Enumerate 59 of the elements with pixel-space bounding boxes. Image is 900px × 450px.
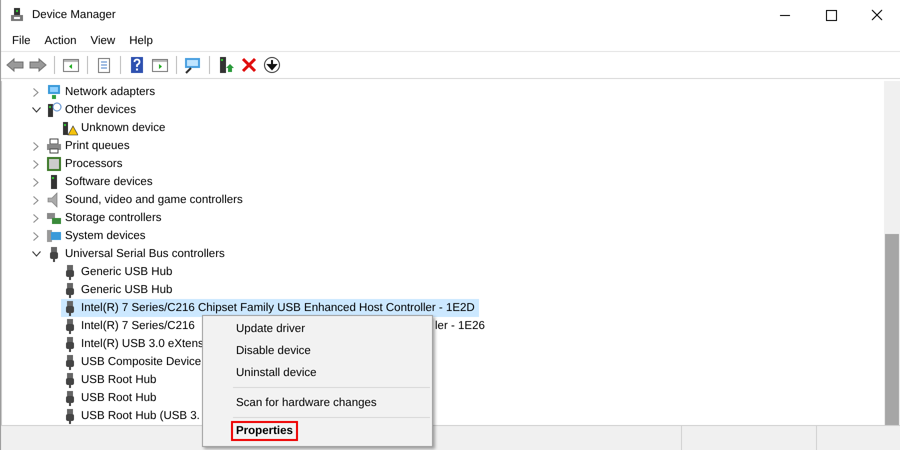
printer-icon: [46, 138, 62, 154]
properties-icon[interactable]: [95, 56, 113, 74]
tree-item[interactable]: Unknown device: [61, 119, 170, 137]
chevron-right-icon[interactable]: [33, 232, 39, 240]
tree-item[interactable]: Other devices: [45, 101, 140, 119]
tree-item[interactable]: Storage controllers: [45, 209, 166, 227]
tree-item[interactable]: USB Composite Device: [61, 353, 206, 371]
tree-item[interactable]: USB Root Hub: [61, 389, 160, 407]
drive-icon: [46, 210, 62, 226]
tree-item[interactable]: Processors: [45, 155, 127, 173]
chevron-right-icon[interactable]: [33, 196, 39, 204]
chevron-right-icon[interactable]: [33, 160, 39, 168]
tree-item[interactable]: Intel(R) 7 Series/C216: [61, 317, 199, 335]
menu-item[interactable]: Help: [122, 32, 160, 48]
chevron-right-icon[interactable]: [33, 214, 39, 222]
menu-item[interactable]: Update driver: [232, 318, 310, 340]
tree-item[interactable]: Generic USB Hub: [61, 281, 176, 299]
app-icon: [10, 8, 24, 22]
monitor-icon: [46, 84, 62, 100]
tree-item[interactable]: Network adapters: [45, 83, 160, 101]
unknown-device-icon: [46, 102, 62, 118]
chevron-down-icon[interactable]: [32, 251, 40, 257]
update-driver-icon[interactable]: [217, 56, 235, 74]
menu-item[interactable]: View: [84, 32, 122, 48]
menu-item[interactable]: Action: [38, 32, 84, 48]
help-icon[interactable]: [128, 56, 146, 74]
chip-icon: [46, 156, 62, 172]
menu-item[interactable]: File: [5, 32, 38, 48]
menu-item[interactable]: Properties: [232, 422, 297, 440]
scan-monitor-icon[interactable]: [184, 56, 202, 74]
scrollbar[interactable]: [884, 81, 900, 425]
tree-item-text: ler - 1E26: [435, 320, 485, 332]
menu-item[interactable]: Disable device: [232, 340, 315, 362]
tree-item[interactable]: Software devices: [45, 173, 157, 191]
chevron-down-icon[interactable]: [32, 107, 40, 113]
tree-item[interactable]: Intel(R) 7 Series/C216 Chipset Family USB Enhanced Host Controller - 1E2D: [61, 299, 479, 317]
tree-item[interactable]: Sound, video and game controllers: [45, 191, 247, 209]
chevron-right-icon[interactable]: [33, 142, 39, 150]
console-tree-icon[interactable]: [62, 56, 80, 74]
menu-item[interactable]: Uninstall device: [232, 362, 321, 384]
warning-device-icon: [62, 120, 78, 136]
uninstall-icon[interactable]: [240, 56, 258, 74]
forward-arrow-icon[interactable]: [29, 56, 47, 74]
tree-item[interactable]: System devices: [45, 227, 150, 245]
computer-icon: [46, 228, 62, 244]
tree-item[interactable]: Print queues: [45, 137, 134, 155]
window-title: Device Manager: [32, 9, 116, 21]
action-pane-icon[interactable]: [151, 56, 169, 74]
back-arrow-icon[interactable]: [6, 56, 24, 74]
tree-item[interactable]: Intel(R) USB 3.0 eXtens: [61, 335, 208, 353]
menu-item[interactable]: Scan for hardware changes: [232, 392, 381, 414]
scrollbar-thumb[interactable]: [885, 234, 899, 425]
tree-item[interactable]: Universal Serial Bus controllers: [45, 245, 229, 263]
chevron-right-icon[interactable]: [33, 178, 39, 186]
tree-item[interactable]: USB Root Hub: [61, 371, 160, 389]
download-icon[interactable]: [263, 56, 281, 74]
tree-item[interactable]: USB Root Hub (USB 3.: [61, 407, 204, 425]
tree-item[interactable]: Generic USB Hub: [61, 263, 176, 281]
chevron-right-icon[interactable]: [33, 88, 39, 96]
